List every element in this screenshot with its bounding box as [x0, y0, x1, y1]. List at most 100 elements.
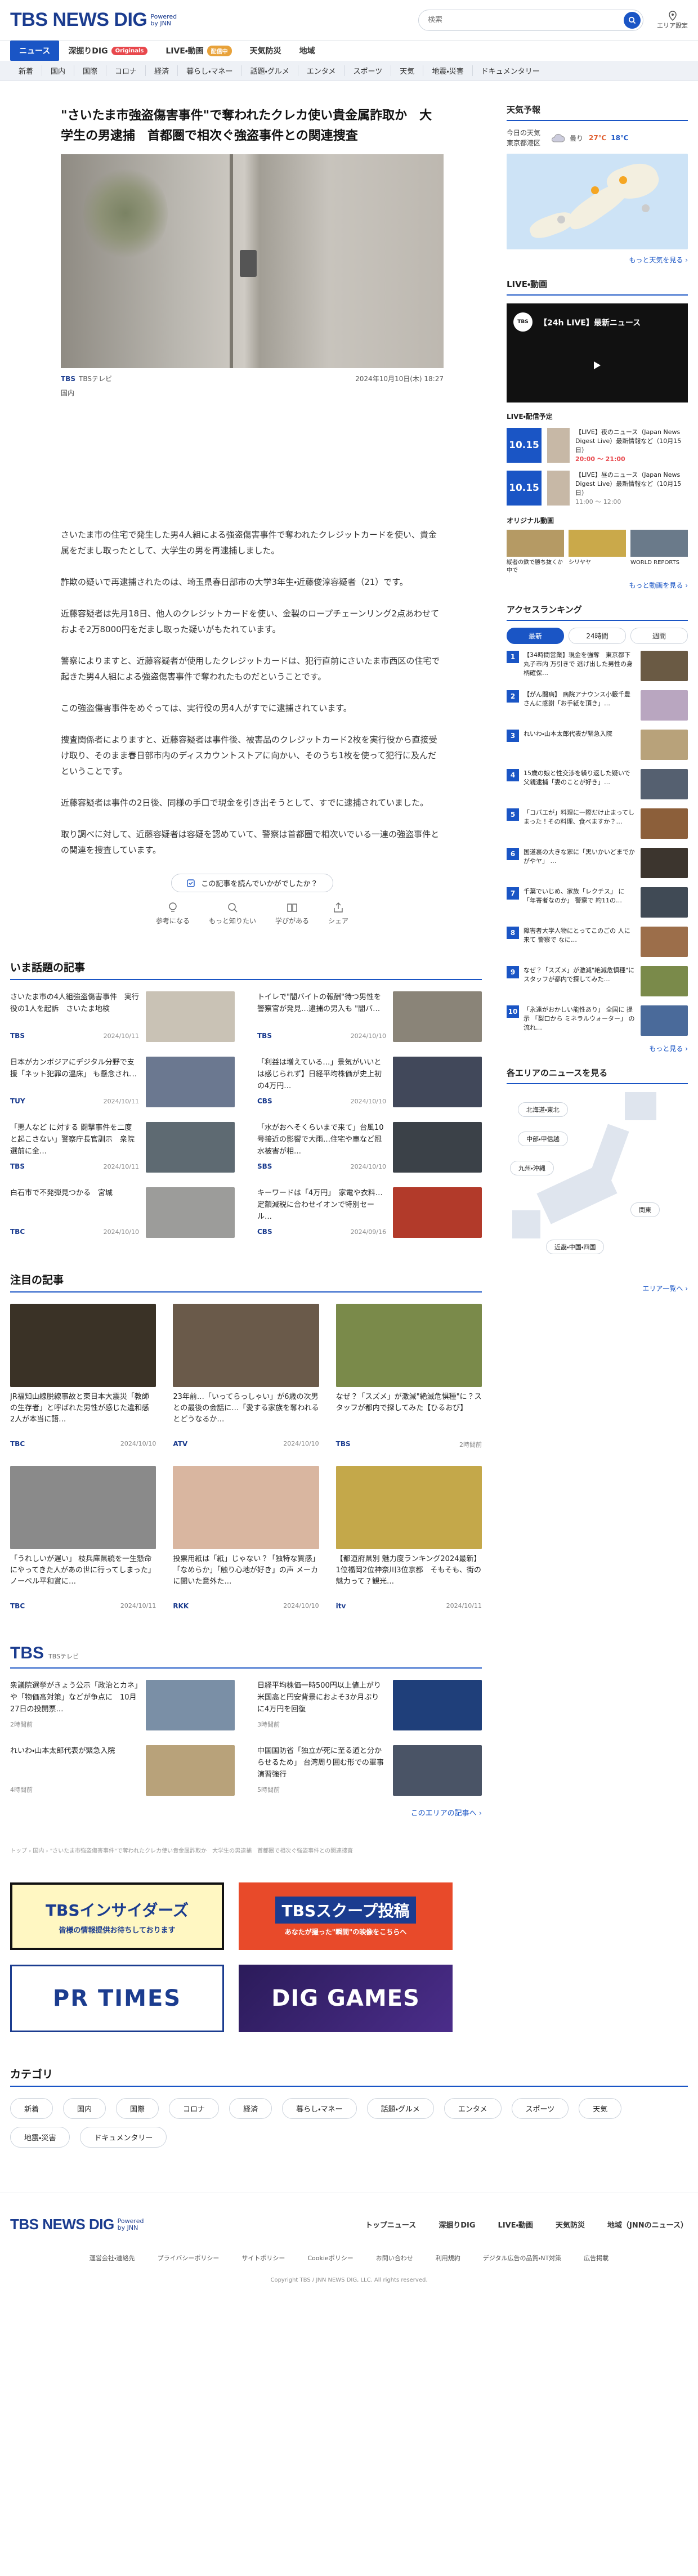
category-chip[interactable]: 経済 — [229, 2098, 272, 2119]
ranking-item[interactable]: 2 【がん闘病】 病院アナウンス小籔千豊さんに感謝「お手紙を頂き」… — [507, 690, 688, 723]
search-input[interactable] — [428, 16, 624, 24]
share-button[interactable]: シェア — [328, 901, 348, 925]
subnav-weather[interactable]: 天気 — [391, 65, 424, 76]
tbs-news-item[interactable]: 中国国防省「独立が死に至る道と分からせるため」 台湾周り囲む形での軍事演習強行 5… — [257, 1745, 482, 1796]
tbs-news-item[interactable]: 日経平均株価一時500円以上値上がり 米国高と円安背景におよそ3か月ぶりに4万円… — [257, 1680, 482, 1730]
ranking-item[interactable]: 1 【34時間営業】現金を強奪 東京都下丸子市内 万引きで 逃げ出した男性の身柄確… — [507, 651, 688, 683]
tbs-more-link[interactable]: このエリアの記事へ › — [10, 1807, 482, 1818]
area-kanto[interactable]: 関東 — [630, 1202, 660, 1217]
nav-news[interactable]: ニュース — [10, 41, 60, 61]
nav-region[interactable]: 地域 — [290, 41, 324, 61]
original-video-item[interactable]: WORLD REPORTS — [630, 530, 688, 575]
area-kinki[interactable]: 近畿・中国・四国 — [546, 1240, 605, 1254]
subnav-earthquake[interactable]: 地震・災害 — [423, 65, 473, 76]
nav-live[interactable]: LIVE・動画 配信中 — [156, 41, 240, 61]
trending-item[interactable]: 白石市で不発弾見つかる 宮城 TBC 2024/10/10 — [10, 1187, 235, 1238]
original-video-item[interactable]: 縦者の鉄で勝ち抜くか中で — [507, 530, 564, 575]
react-helpful[interactable]: 参考になる — [156, 901, 190, 925]
area-chubu[interactable]: 中部・甲信越 — [518, 1132, 568, 1146]
subnav-topics-gourmet[interactable]: 話題・グルメ — [242, 65, 298, 76]
nav-dig[interactable]: 深掘りDIG Originals — [59, 41, 156, 61]
live-schedule-item[interactable]: 10.15 【LIVE】夜のニュース（Japan News Digest Liv… — [507, 428, 688, 464]
subnav-international[interactable]: 国際 — [74, 65, 107, 76]
ranking-item[interactable]: 9 なぜ？「スズメ」が激減"絶滅危惧種"にスタッフが都内で探してみた… — [507, 966, 688, 999]
subnav-entertainment[interactable]: エンタメ — [298, 65, 345, 76]
original-video-item[interactable]: シリヤヤ — [569, 530, 626, 575]
footer-link[interactable]: 利用規約 — [436, 2253, 460, 2262]
footer-nav-link[interactable]: トップニュース — [365, 2219, 416, 2230]
featured-item[interactable]: 23年前…「いってらっしゃい」が6歳の次男との最後の会話に…「愛する家族を奪われ… — [173, 1304, 319, 1449]
ranking-item[interactable]: 3 れいわ・山本太郎代表が緊急入院 — [507, 730, 688, 762]
featured-item[interactable]: 投票用紙は「紙」じゃない？「独特な質感」「なめらか」「触り心地が好き」の声 メー… — [173, 1466, 319, 1610]
featured-item[interactable]: JR福知山線脱線事故と東日本大震災「教師の生存者」と呼ばれた男性が感じた違和感 … — [10, 1304, 156, 1449]
trending-item[interactable]: キーワードは「4万円」 家電や衣料… 定額減税に合わせイオンで特別セール… CBS… — [257, 1187, 482, 1238]
trending-item[interactable]: 「水がおへそくらいまで来て」台風10号接近の影響で大雨…住宅や車など冠水被害が相… — [257, 1122, 482, 1173]
live-schedule-item[interactable]: 10.15 【LIVE】昼のニュース（Japan News Digest Liv… — [507, 471, 688, 507]
area-hokkaido-tohoku[interactable]: 北海道・東北 — [518, 1102, 568, 1117]
footer-link[interactable]: お問い合わせ — [376, 2253, 413, 2262]
footer-link[interactable]: プライバシーポリシー — [158, 2253, 220, 2262]
trending-item[interactable]: 日本がカンボジアにデジタル分野で支援「ネット犯罪の温床」 も懸念され… TUY 20… — [10, 1057, 235, 1107]
footer-link[interactable]: 広告掲載 — [584, 2253, 608, 2262]
footer-nav-link[interactable]: 深掘りDIG — [439, 2219, 475, 2230]
category-chip[interactable]: 国内 — [63, 2098, 106, 2119]
trending-item[interactable]: トイレで"闇バイトの報酬"待つ男性を警察官が発見…逮捕の男入も "闇バ… TBS 2… — [257, 991, 482, 1042]
subnav-domestic[interactable]: 国内 — [42, 65, 75, 76]
subnav-sports[interactable]: スポーツ — [345, 65, 392, 76]
footer-link[interactable]: Cookieポリシー — [307, 2253, 353, 2262]
banner-prtimes[interactable]: PR TIMES — [10, 1965, 224, 2032]
subnav-life-money[interactable]: 暮らし・マネー — [178, 65, 242, 76]
category-chip[interactable]: 新着 — [10, 2098, 53, 2119]
area-more-link[interactable]: エリア一覧へ › — [507, 1283, 688, 1293]
ranking-item[interactable]: 4 15歳の娘と性交渉を繰り返した疑いで父親逮捕「妻のことが好き」… — [507, 769, 688, 802]
trending-item[interactable]: 「利益は増えている…」景気がいいとは感じられず】日経平均株価が史上初の4万円… C… — [257, 1057, 482, 1107]
ranking-item[interactable]: 10 「永遠がおかしい能性あり」 全国に 提示 「梨口から ミネラルウォーター」 … — [507, 1005, 688, 1038]
live-more-link[interactable]: もっと動画を見る › — [507, 580, 688, 590]
category-chip[interactable]: 天気 — [579, 2098, 622, 2119]
subnav-economy[interactable]: 経済 — [146, 65, 178, 76]
area-kyushu[interactable]: 九州・沖縄 — [510, 1161, 554, 1175]
ranking-tab-weekly[interactable]: 週間 — [630, 628, 688, 644]
react-learn[interactable]: 学びがある — [275, 901, 309, 925]
banner-insiders[interactable]: TBSインサイダーズ 皆様の情報提供お待ちしております — [10, 1882, 224, 1950]
ranking-item[interactable]: 8 障害者大学人物にとってこのごの 人に来て 警察で なに… — [507, 927, 688, 959]
ranking-more-link[interactable]: もっと見る › — [507, 1044, 688, 1053]
subnav-corona[interactable]: コロナ — [106, 65, 146, 76]
featured-item[interactable]: なぜ？「スズメ」が激減"絶滅危惧種"に？スタッフが都内で探してみた【ひるおび】 T… — [335, 1304, 482, 1449]
banner-digames[interactable]: DIG GAMES — [239, 1965, 453, 2032]
footer-link[interactable]: デジタル広告の品質・NT対策 — [483, 2253, 561, 2262]
footer-link[interactable]: サイトポリシー — [241, 2253, 285, 2262]
footer-logo[interactable]: TBS NEWS DIG — [10, 2216, 114, 2233]
category-chip[interactable]: 国際 — [116, 2098, 159, 2119]
weather-more-link[interactable]: もっと天気を見る › — [507, 255, 688, 265]
footer-link[interactable]: 運営会社・連絡先 — [90, 2253, 135, 2262]
tbs-news-item[interactable]: 衆議院選挙がきょう公示「政治とカネ」や「物価高対策」などが争点に 10月27日の… — [10, 1680, 235, 1730]
footer-nav-link[interactable]: 地域（JNNのニュース） — [607, 2219, 688, 2230]
category-chip[interactable]: コロナ — [169, 2098, 220, 2119]
ranking-tab-latest[interactable]: 最新 — [507, 628, 564, 644]
featured-item[interactable]: 【都道府県別 魅力度ランキング2024最新】1位福岡2位神奈川3位京都 そもそも… — [335, 1466, 482, 1610]
trending-item[interactable]: 「悪人など に対する 闘撃事件を二度と起こさない」警察庁長官訓示 衆院選前に全…… — [10, 1122, 235, 1173]
weather-map[interactable] — [507, 154, 688, 249]
tbs-news-item[interactable]: れいわ・山本太郎代表が緊急入院 4時間前 — [10, 1745, 235, 1796]
footer-nav-link[interactable]: 天気防災 — [556, 2219, 585, 2230]
category-chip[interactable]: ドキュメンタリー — [80, 2127, 167, 2148]
category-chip[interactable]: 話題・グルメ — [366, 2098, 434, 2119]
site-logo[interactable]: TBS NEWS DIG Powered by JNN — [10, 9, 177, 31]
area-settings-button[interactable]: エリア設定 — [657, 10, 688, 30]
nav-weather[interactable]: 天気防災 — [241, 41, 290, 61]
react-more[interactable]: もっと知りたい — [209, 901, 256, 925]
category-chip[interactable]: エンタメ — [444, 2098, 502, 2119]
category-chip[interactable]: 暮らし・マネー — [282, 2098, 357, 2119]
category-chip[interactable]: 地震・災害 — [10, 2127, 70, 2148]
banner-scoop[interactable]: TBSスクープ投稿 あなたが撮った"瞬間"の映像をこちらへ — [239, 1882, 453, 1950]
live-player[interactable]: TBS 【24h LIVE】最新ニュース — [507, 303, 688, 402]
ranking-item[interactable]: 6 国道裏の大きな家に「黒いかいどまでかがやヤ」 … — [507, 848, 688, 880]
subnav-new[interactable]: 新着 — [10, 65, 43, 76]
ranking-tab-24h[interactable]: 24時間 — [569, 628, 626, 644]
trending-item[interactable]: さいたま市の4人組強盗傷害事件 実行役の1人を起訴 さいたま地検 TBS 2024/… — [10, 991, 235, 1042]
footer-nav-link[interactable]: LIVE・動画 — [498, 2219, 533, 2230]
ranking-item[interactable]: 5 「コバエが」料理に一際だけ止まってしまった！その料理、食べますか？… — [507, 808, 688, 841]
subnav-documentary[interactable]: ドキュメンタリー — [473, 65, 548, 76]
search-button[interactable] — [624, 11, 641, 29]
